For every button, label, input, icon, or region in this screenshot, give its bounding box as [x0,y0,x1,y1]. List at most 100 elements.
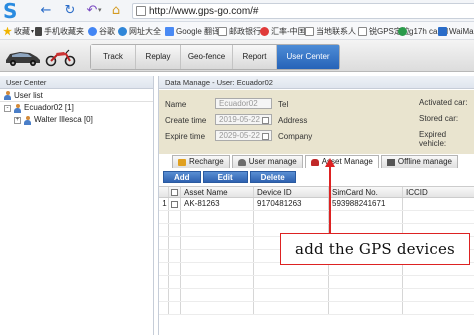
refresh-icon[interactable]: ↻ [62,3,78,19]
user-icon [13,103,22,113]
column-header[interactable]: ICCID [403,187,474,197]
app-header: Track Replay Geo-fence Report User Cente… [0,40,474,72]
user-manage-icon [237,158,246,166]
delete-button[interactable]: Delete [249,171,296,183]
translate-icon [165,26,174,36]
empty-row [159,211,474,224]
fav-item-google[interactable]: 谷歌 [88,25,115,37]
row-checkbox[interactable] [169,198,181,210]
grid-header: Asset Name Device ID SimCard No. ICCID [159,186,474,198]
create-time-label: Create time [165,116,207,125]
panel-title: Data Manage - User: Ecuador02 [159,76,474,89]
asset-icon [310,158,319,166]
tab-user-manage[interactable]: User manage [231,155,303,168]
user-list-header[interactable]: User list [0,89,153,102]
fav-item-translate[interactable]: Google 翻译 [165,25,220,37]
tab-track[interactable]: Track [91,45,136,69]
device-id-cell: 9170481263 [254,198,329,210]
expire-time-field[interactable]: 2029-05-22 [215,130,272,141]
bank-icon [218,26,227,36]
expand-icon[interactable]: + [14,116,21,124]
column-header[interactable]: Asset Name [181,187,254,197]
globe-icon [118,26,127,36]
fav-item-exchange[interactable]: 汇率-中国 [260,25,306,37]
fav-label: Google 翻译 [176,26,221,36]
tab-report[interactable]: Report [233,45,277,69]
tab-label: User manage [248,157,297,166]
fav-item-directory[interactable]: 网址大全 [118,25,161,37]
gps-icon [358,26,367,36]
tel-label: Tel [278,100,289,109]
url-text[interactable]: http://www.gps-go.com/# [149,6,259,17]
expired-vehicle-label: Expired vehicle: [419,130,447,148]
tree-label: Ecuador02 [1] [24,103,74,112]
home-icon[interactable]: ⌂ [108,3,124,19]
tab-offline-manage[interactable]: Offline manage [380,155,458,168]
back-icon[interactable]: ← [38,3,54,19]
data-manage-panel: Data Manage - User: Ecuador02 Name Ecuad… [158,76,474,335]
fav-label: 汇率-中国 [271,26,306,36]
iccid-cell [403,198,474,210]
row-number-header [159,187,169,197]
empty-row [159,302,474,315]
name-label: Name [165,100,187,109]
favorites-bar: 收藏 ▾ 手机收藏夹 谷歌 网址大全 Google 翻译 邮政银行 汇率-中国 当… [0,22,474,40]
column-header[interactable]: SimCard No. [329,187,403,197]
collapse-icon[interactable]: - [4,104,11,112]
fav-item-bank[interactable]: 邮政银行 [218,25,261,37]
exchange-icon [260,26,269,36]
fav-item-waimao[interactable]: WaiMaoSe [438,25,474,37]
table-row[interactable]: 1 AK-81263 9170481263 593988241671 [159,198,474,211]
user-center-panel: User Center User list - Ecuador02 [1] + … [0,76,154,335]
annotation-line [329,165,331,233]
tab-asset-manage[interactable]: Asset Manage [304,155,379,168]
user-info-form: Name Ecuador02 Tel Create time 2019-05-2… [159,90,474,154]
fav-item-collect[interactable]: 收藏 ▾ [3,25,34,37]
fav-item-contacts[interactable]: 当地联系人 [305,25,356,37]
tree-item-ecuador02[interactable]: - Ecuador02 [1] [0,102,153,114]
tab-replay[interactable]: Replay [136,45,181,69]
create-time-field[interactable]: 2019-05-22 [215,114,272,125]
activated-car-label: Activated car: [419,98,468,107]
annotation-callout: add the GPS devices [280,233,470,265]
empty-row [159,289,474,302]
stored-car-label: Stored car: [419,114,459,123]
column-header[interactable]: Device ID [254,187,329,197]
asset-name-cell: AK-81263 [181,198,254,210]
select-all-checkbox[interactable] [169,187,181,197]
asset-toolbar: Add Edit Delete [163,171,298,183]
tree-label: Walter Illesca [0] [34,115,93,124]
user-list-label: User list [14,90,43,100]
tab-geo-fence[interactable]: Geo-fence [181,45,233,69]
phone-icon [35,26,42,36]
url-bar[interactable]: http://www.gps-go.com/# [132,3,474,19]
vehicles-logo-icon [6,49,76,67]
edit-button[interactable]: Edit [202,171,248,183]
user-icon [3,90,12,100]
expire-time-label: Expire time [165,132,206,141]
offline-icon [386,158,395,166]
star-icon [3,26,12,36]
tab-recharge[interactable]: Recharge [172,155,230,168]
w-icon [438,26,447,36]
fav-item-mobile[interactable]: 手机收藏夹 [35,25,84,37]
fav-label: 手机收藏夹 [44,26,84,36]
tab-label: Recharge [189,157,224,166]
tree-item-walter[interactable]: + Walter Illesca [0] [0,114,153,126]
fav-label: 网址大全 [129,26,161,36]
empty-row [159,276,474,289]
address-label: Address [278,116,308,125]
page-icon [136,6,146,16]
tab-label: Offline manage [397,157,452,166]
google-icon [88,26,97,36]
add-button[interactable]: Add [163,171,201,183]
undo-dropdown-icon[interactable]: ▾ [98,6,102,14]
car-icon [398,26,407,36]
main-tabs: Track Replay Geo-fence Report User Cente… [90,44,340,70]
name-field[interactable]: Ecuador02 [215,98,272,109]
fav-label: 谷歌 [99,26,115,36]
annotation-text: add the GPS devices [295,240,455,258]
fav-label: 收藏 [14,26,30,36]
browser-logo-icon: S [3,0,18,23]
tab-user-center[interactable]: User Center [277,45,339,69]
